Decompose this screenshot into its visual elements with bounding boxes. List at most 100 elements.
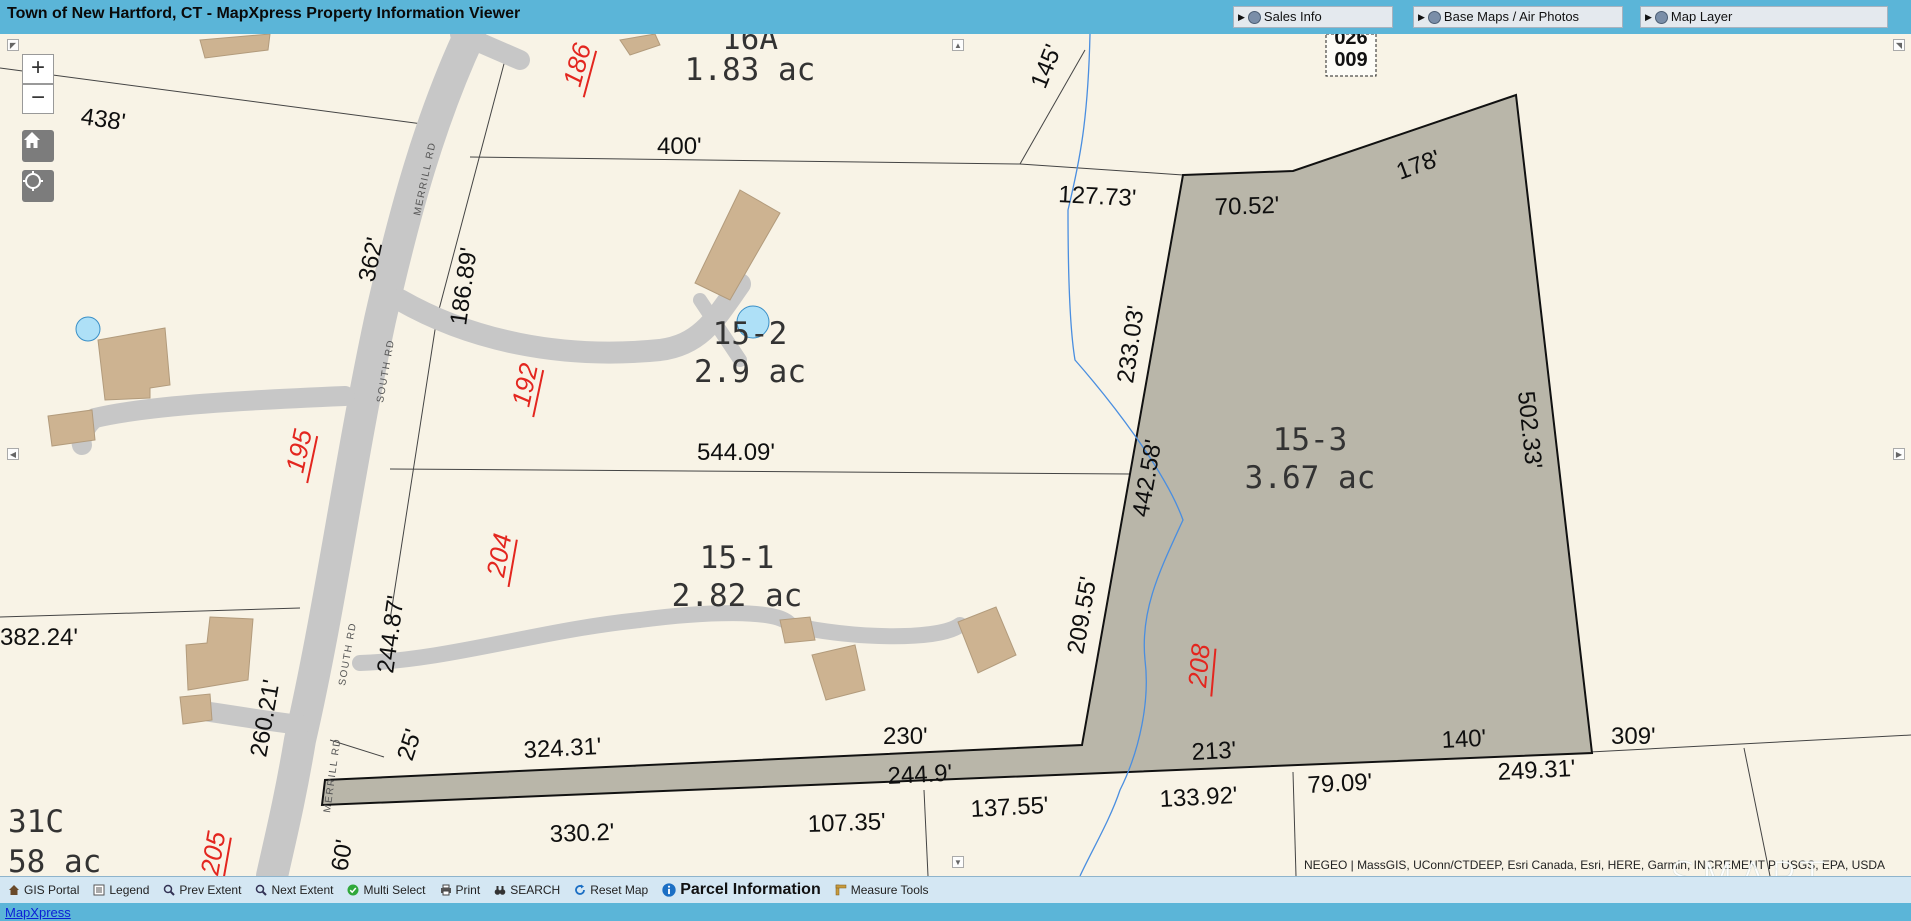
building <box>619 34 661 56</box>
reset-map-button[interactable]: Reset Map <box>574 883 648 897</box>
logo-word: SMART <box>1670 853 1828 876</box>
pan-west-button[interactable]: ◀ <box>7 448 19 460</box>
measure-tools-label: Measure Tools <box>850 883 929 897</box>
reset-map-label: Reset Map <box>590 883 649 897</box>
pan-northeast-button[interactable]: ◥ <box>1893 39 1905 51</box>
parcel-area-label: 3.67 ac <box>1245 460 1376 496</box>
building <box>694 189 781 301</box>
selected-parcel-15-3[interactable] <box>320 93 1594 807</box>
dimension-label: 79.09' <box>1307 769 1373 799</box>
parcel-code: 009 <box>1334 49 1367 71</box>
dimension-label: 133.92' <box>1159 782 1238 813</box>
parcel-area-label: 1.83 ac <box>685 52 816 88</box>
globe-icon <box>1247 10 1261 24</box>
dimension-label: 438' <box>79 103 127 136</box>
building <box>185 616 254 691</box>
pan-north-button[interactable]: ▲ <box>952 39 964 51</box>
gis-portal-button[interactable]: GIS Portal <box>8 883 79 897</box>
legend-label: Legend <box>109 883 150 897</box>
dimension-label: 400' <box>657 133 702 160</box>
footer-bar: MapXpress <box>0 903 1911 921</box>
gis-portal-label: GIS Portal <box>24 883 80 897</box>
parcel-line <box>1019 163 1184 176</box>
parcel-id-label: 15-2 <box>713 316 788 352</box>
dimension-label: 137.55' <box>970 792 1049 823</box>
dimension-label: 60' <box>326 838 358 873</box>
measure-tools-button[interactable]: Measure Tools <box>835 883 929 897</box>
dimension-label: 127.73' <box>1058 181 1137 212</box>
sales-info-label: Sales Info <box>1263 9 1322 24</box>
parcel-information-label: Parcel Information <box>680 881 821 898</box>
parcel-line <box>389 316 438 621</box>
caret-right-icon: ▶ <box>1645 12 1652 22</box>
binoculars-icon <box>494 886 506 895</box>
base-maps-button[interactable]: ▶ Base Maps / Air Photos <box>1413 6 1623 28</box>
parcel-information-button[interactable]: Parcel Information <box>662 881 821 899</box>
building <box>47 409 96 447</box>
parcel-area-label: 2.82 ac <box>672 578 803 614</box>
smart-mls-logo: SMART M L S <box>1670 853 1897 876</box>
dimension-label: 25' <box>392 726 427 764</box>
home-icon <box>24 132 40 148</box>
building <box>97 327 171 401</box>
pan-south-button[interactable]: ▼ <box>952 856 964 868</box>
multi-select-button[interactable]: Multi Select <box>347 883 426 897</box>
parcel-map[interactable]: 16A 1.83 ac 15-2 2.9 ac 15-3 3.67 ac 15-… <box>0 34 1911 876</box>
dimension-label: 140' <box>1441 725 1487 754</box>
parcel-line <box>0 67 431 126</box>
zoom-in-button[interactable]: + <box>22 54 54 84</box>
refresh-icon <box>575 884 586 895</box>
house-number: 195 <box>280 426 318 475</box>
dimension-label: 544.09' <box>697 439 775 466</box>
print-button[interactable]: Print <box>440 883 481 897</box>
globe-icon <box>1654 10 1668 24</box>
dimension-label: 145' <box>1026 41 1068 92</box>
map-canvas[interactable]: 16A 1.83 ac 15-2 2.9 ac 15-3 3.67 ac 15-… <box>0 34 1911 876</box>
app-title: Town of New Hartford, CT - MapXpress Pro… <box>7 5 521 22</box>
house-icon <box>9 885 19 895</box>
zoom-out-button[interactable]: − <box>22 84 54 114</box>
dimension-label: 330.2' <box>549 819 615 848</box>
parcel-id-label: 15-1 <box>700 540 775 576</box>
building <box>811 644 866 701</box>
parcel-area-label: 2.9 ac <box>694 354 806 390</box>
building <box>199 34 271 59</box>
locate-button[interactable] <box>22 170 54 202</box>
multi-select-label: Multi Select <box>363 883 426 897</box>
point-marker[interactable] <box>75 316 101 342</box>
dimension-label: 324.31' <box>523 733 602 764</box>
dimension-label: 244.9' <box>887 760 953 790</box>
road <box>71 34 968 876</box>
info-icon <box>662 883 676 897</box>
search-button[interactable]: SEARCH <box>494 883 560 897</box>
ruler-icon <box>835 884 846 896</box>
dimension-label: 70.52' <box>1214 192 1280 221</box>
bottom-toolbar: GIS Portal Legend Prev Extent Next Exten… <box>0 876 1911 903</box>
parcel-line <box>0 607 301 618</box>
map-layer-label: Map Layer <box>1670 9 1733 24</box>
building <box>957 606 1017 674</box>
zoom-next-icon <box>256 884 268 896</box>
sales-info-button[interactable]: ▶ Sales Info <box>1233 6 1393 28</box>
prev-extent-label: Prev Extent <box>179 883 242 897</box>
house-number: 192 <box>506 360 544 409</box>
check-icon <box>347 884 359 896</box>
caret-right-icon: ▶ <box>1238 12 1245 22</box>
pan-northwest-button[interactable]: ◤ <box>7 39 19 51</box>
globe-icon <box>1427 10 1441 24</box>
base-maps-label: Base Maps / Air Photos <box>1443 9 1580 24</box>
pan-east-button[interactable]: ▶ <box>1893 448 1905 460</box>
legend-button[interactable]: Legend <box>93 883 149 897</box>
locate-icon <box>23 171 43 191</box>
print-label: Print <box>455 883 481 897</box>
printer-icon <box>440 884 451 896</box>
list-icon <box>93 884 105 896</box>
mapxpress-link[interactable]: MapXpress <box>5 905 71 920</box>
house-number: 208 <box>1182 642 1216 689</box>
parcel-line <box>1292 771 1297 876</box>
next-extent-button[interactable]: Next Extent <box>255 883 333 897</box>
prev-extent-button[interactable]: Prev Extent <box>163 883 241 897</box>
dimension-label: 249.31' <box>1497 755 1576 786</box>
map-layer-button[interactable]: ▶ Map Layer <box>1640 6 1888 28</box>
home-extent-button[interactable] <box>22 130 54 162</box>
